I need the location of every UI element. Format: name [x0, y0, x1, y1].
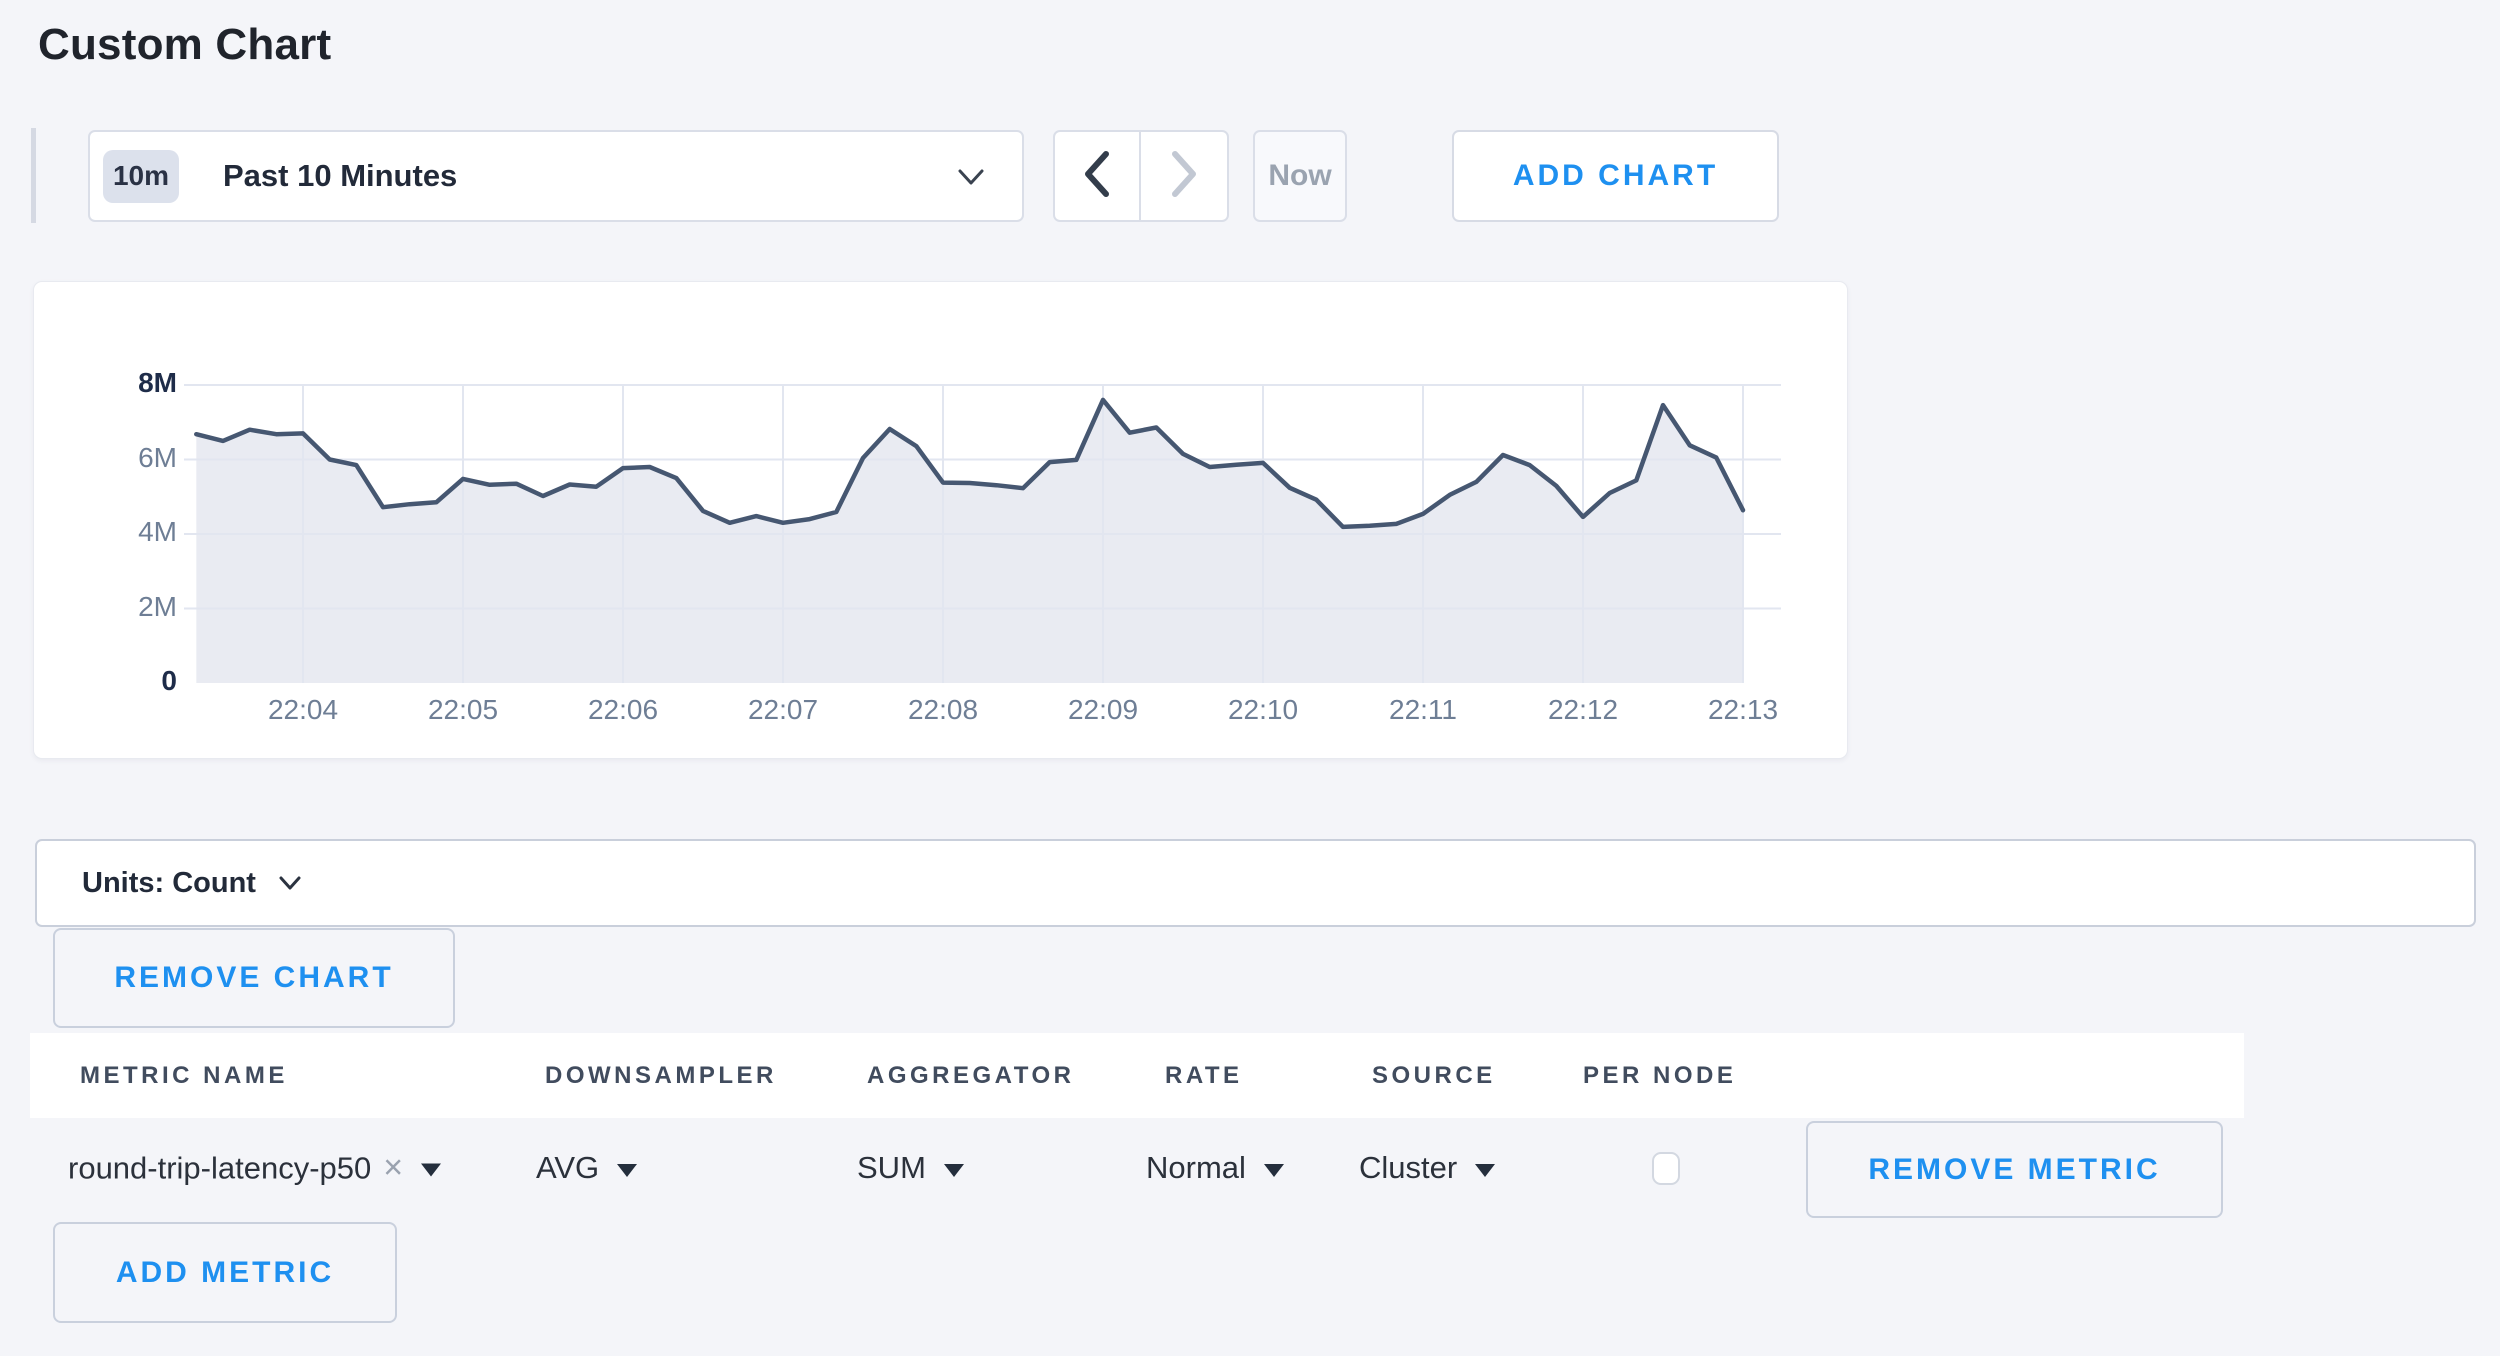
rate-select[interactable]: Normal [1146, 1150, 1284, 1186]
per-node-checkbox[interactable] [1652, 1152, 1680, 1185]
column-source: SOURCE [1372, 1062, 1496, 1090]
timeseries-area-chart[interactable] [34, 282, 1849, 760]
downsampler-value: AVG [536, 1150, 599, 1186]
x-tick-label: 22:08 [863, 694, 1023, 726]
source-select[interactable]: Cluster [1359, 1150, 1495, 1186]
aggregator-select[interactable]: SUM [857, 1150, 964, 1186]
units-label: Units: Count [82, 867, 256, 900]
y-tick-label: 6M [67, 442, 177, 474]
time-range-label: Past 10 Minutes [223, 158, 457, 194]
rate-value: Normal [1146, 1150, 1246, 1186]
time-nav-group [1053, 130, 1229, 222]
column-per-node: PER NODE [1583, 1062, 1736, 1090]
caret-down-icon [944, 1164, 964, 1177]
time-range-dropdown[interactable]: 10m Past 10 Minutes [88, 130, 1024, 222]
x-tick-label: 22:13 [1663, 694, 1823, 726]
x-tick-label: 22:12 [1503, 694, 1663, 726]
chevron-left-icon [1080, 150, 1114, 203]
add-chart-button[interactable]: ADD CHART [1452, 130, 1779, 222]
units-dropdown[interactable]: Units: Count [35, 839, 2476, 927]
chevron-right-icon [1167, 150, 1201, 203]
prev-time-button[interactable] [1055, 132, 1141, 220]
x-tick-label: 22:06 [543, 694, 703, 726]
downsampler-select[interactable]: AVG [536, 1150, 637, 1186]
clear-metric-icon[interactable]: × [383, 1149, 403, 1188]
next-time-button[interactable] [1141, 132, 1227, 220]
column-rate: RATE [1165, 1062, 1243, 1090]
remove-chart-button[interactable]: REMOVE CHART [53, 928, 455, 1028]
x-tick-label: 22:07 [703, 694, 863, 726]
metrics-table-header: METRIC NAME DOWNSAMPLER AGGREGATOR RATE … [30, 1033, 2244, 1118]
column-metric-name: METRIC NAME [80, 1062, 288, 1090]
caret-down-icon [1475, 1164, 1495, 1177]
column-aggregator: AGGREGATOR [867, 1062, 1074, 1090]
metric-name-select[interactable]: round-trip-latency-p50 × [68, 1149, 441, 1188]
x-tick-label: 22:11 [1343, 694, 1503, 726]
y-tick-label: 4M [67, 516, 177, 548]
page-title: Custom Chart [38, 20, 331, 70]
chevron-down-icon [956, 166, 986, 193]
caret-down-icon [421, 1164, 441, 1177]
y-tick-label: 8M [67, 367, 177, 399]
caret-down-icon [617, 1164, 637, 1177]
metric-name-value: round-trip-latency-p50 [68, 1150, 371, 1186]
x-tick-label: 22:05 [383, 694, 543, 726]
chevron-down-icon [278, 874, 302, 897]
add-metric-button[interactable]: ADD METRIC [53, 1222, 397, 1323]
chart-card: 0 2M 4M 6M 8M 22:0422:0522:0622:0722:0822:09… [33, 281, 1848, 759]
caret-down-icon [1264, 1164, 1284, 1177]
x-tick-label: 22:09 [1023, 694, 1183, 726]
x-tick-label: 22:04 [223, 694, 383, 726]
area-fill [196, 400, 1743, 683]
remove-metric-button[interactable]: REMOVE METRIC [1806, 1121, 2223, 1218]
source-value: Cluster [1359, 1150, 1457, 1186]
aggregator-value: SUM [857, 1150, 926, 1186]
time-range-badge: 10m [103, 150, 179, 203]
x-tick-label: 22:10 [1183, 694, 1343, 726]
now-button[interactable]: Now [1253, 130, 1347, 222]
accent-bar [31, 128, 36, 223]
y-tick-label: 0 [67, 665, 177, 697]
y-tick-label: 2M [67, 591, 177, 623]
column-downsampler: DOWNSAMPLER [545, 1062, 777, 1090]
